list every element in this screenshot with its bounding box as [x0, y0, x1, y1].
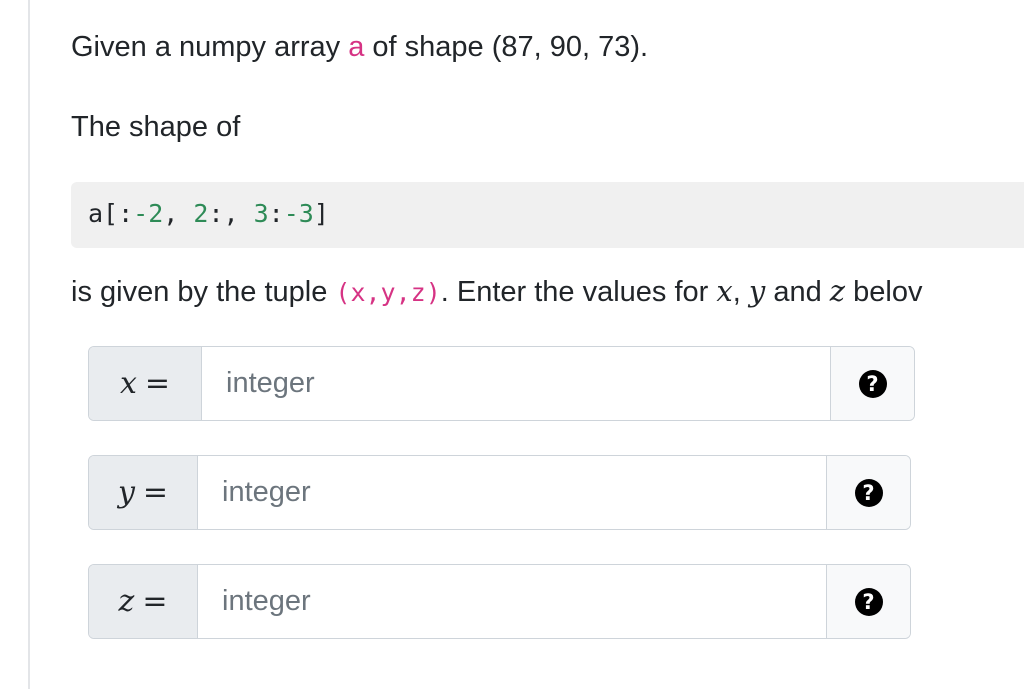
code-expression: a[:-2, 2:, 3:-3] [88, 199, 329, 228]
question-circle-icon[interactable]: ? [854, 478, 883, 507]
array-name: a [348, 31, 365, 63]
y-label: y = [89, 456, 198, 529]
math-z: z [829, 274, 846, 308]
z-label: z = [89, 565, 198, 638]
question-circle-icon[interactable]: ? [854, 587, 883, 616]
y-input[interactable] [198, 456, 826, 529]
intro-shape-text: of shape (87, 90, 73). [364, 31, 649, 63]
z-input-group: z= ? [88, 564, 911, 639]
y-input-group: y= ? [88, 455, 911, 530]
intro-text: Given a numpy array [71, 31, 349, 63]
x-help-button[interactable]: ? [830, 347, 914, 420]
y-help-button[interactable]: ? [826, 456, 910, 529]
left-border [28, 0, 30, 689]
tuple-instruction: is given by the tuple (x,y,z). Enter the… [71, 274, 923, 308]
question-intro: Given a numpy array a of shape (87, 90, … [71, 29, 648, 65]
z-input[interactable] [198, 565, 826, 638]
x-label: x = [89, 347, 202, 420]
code-block: a[:-2, 2:, 3:-3] [71, 182, 1024, 248]
z-help-button[interactable]: ? [826, 565, 910, 638]
question-circle-icon[interactable]: ? [858, 369, 887, 398]
shape-of-text: The shape of [71, 111, 241, 143]
tuple-code: (x,y,z) [335, 278, 441, 307]
x-input-group: x= ? [88, 346, 915, 421]
math-x: x [716, 274, 733, 308]
x-input[interactable] [202, 347, 830, 420]
math-y: y [748, 274, 766, 308]
